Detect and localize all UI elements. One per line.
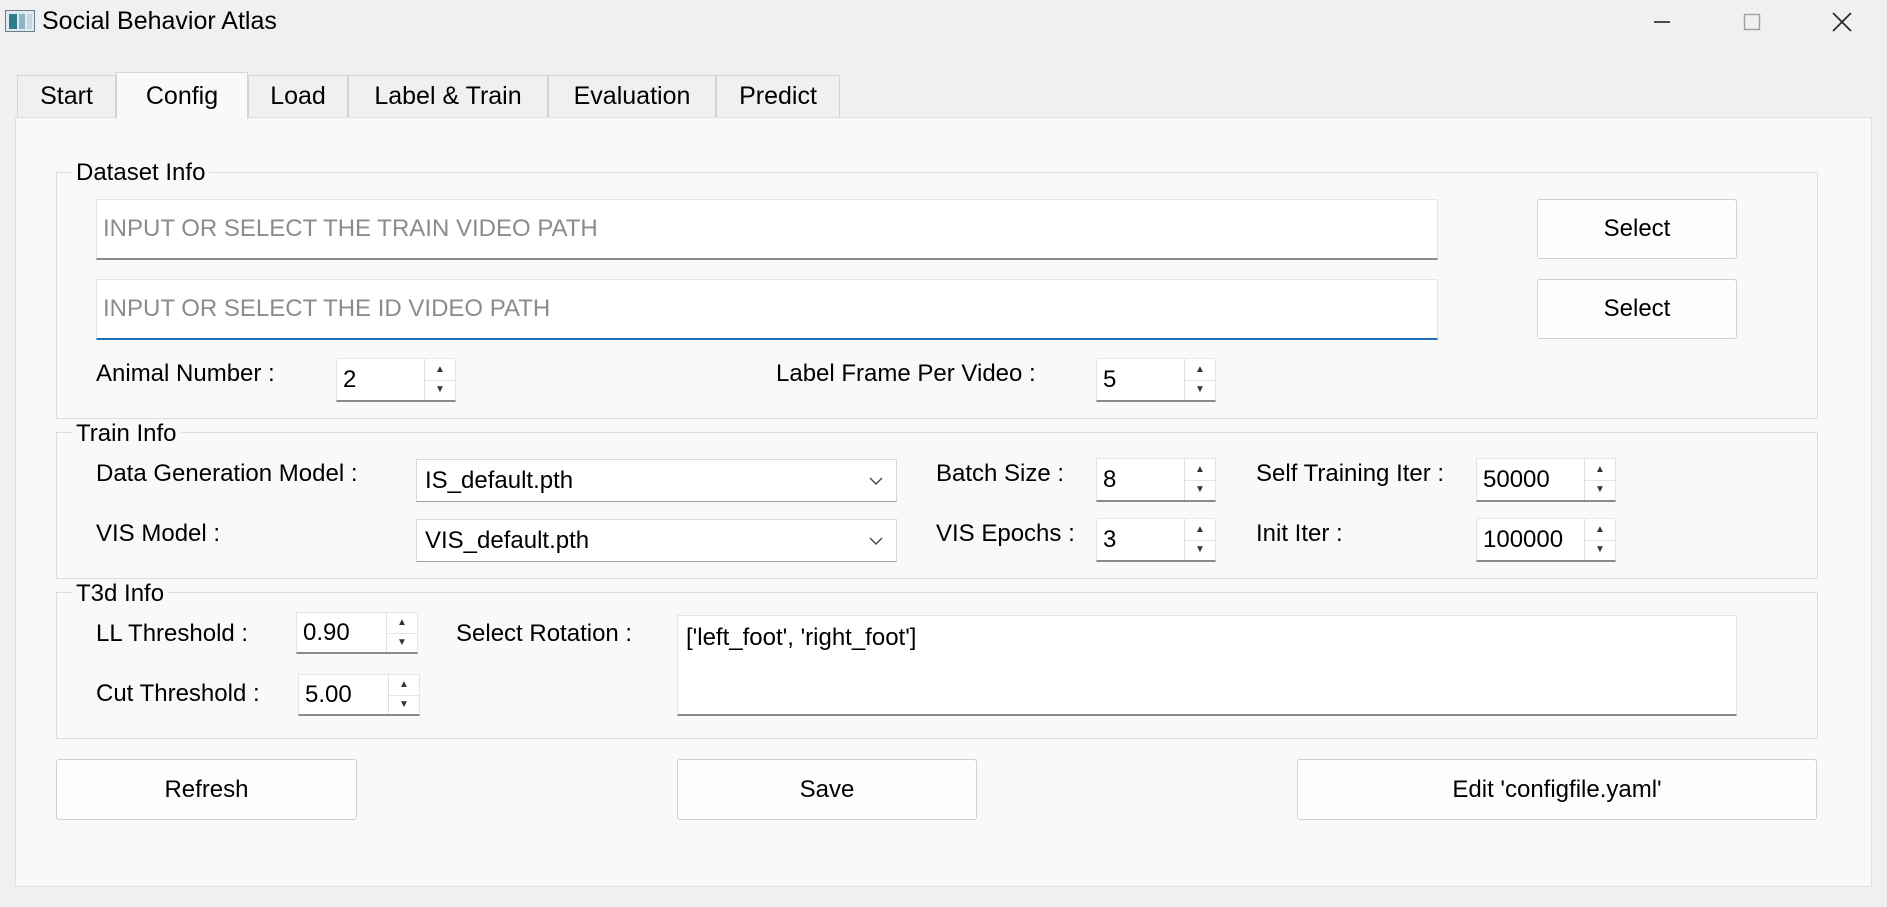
window-title: Social Behavior Atlas	[42, 7, 277, 35]
vis-model-value: VIS_default.pth	[425, 526, 590, 554]
select-train-video-button[interactable]: Select	[1537, 199, 1737, 259]
minimize-icon	[1654, 21, 1670, 23]
arrow-up-icon[interactable]: ▲	[1185, 519, 1215, 541]
chevron-down-icon	[866, 460, 886, 501]
train-video-path-input[interactable]	[96, 199, 1438, 260]
arrow-down-icon[interactable]: ▼	[1185, 540, 1215, 561]
select-rotation-label: Select Rotation :	[456, 620, 633, 647]
cut-threshold-label: Cut Threshold :	[96, 680, 260, 707]
arrow-up-icon[interactable]: ▲	[387, 613, 417, 634]
maximize-icon	[1743, 13, 1761, 31]
vis-model-dropdown[interactable]: VIS_default.pth	[416, 519, 897, 562]
arrow-down-icon[interactable]: ▼	[387, 633, 417, 653]
close-button[interactable]	[1797, 0, 1887, 44]
tab-config[interactable]: Config	[116, 72, 248, 119]
animal-number-spinbox[interactable]: 2 ▲ ▼	[336, 358, 456, 402]
init-iter-spinbox[interactable]: 100000 ▲ ▼	[1476, 518, 1616, 562]
select-id-video-button[interactable]: Select	[1537, 279, 1737, 339]
cut-threshold-value: 5.00	[305, 680, 352, 708]
id-video-path-input[interactable]	[96, 279, 1438, 340]
edit-config-file-button[interactable]: Edit 'configfile.yaml'	[1297, 759, 1817, 820]
save-button[interactable]: Save	[677, 759, 977, 820]
label-frame-per-video-label: Label Frame Per Video :	[776, 360, 1036, 387]
arrow-down-icon[interactable]: ▼	[425, 380, 455, 401]
ll-threshold-spinbox[interactable]: 0.90 ▲ ▼	[296, 612, 418, 654]
init-iter-value: 100000	[1483, 525, 1564, 553]
data-generation-model-dropdown[interactable]: IS_default.pth	[416, 459, 897, 502]
arrow-up-icon[interactable]: ▲	[1185, 359, 1215, 381]
cut-threshold-spinbox[interactable]: 5.00 ▲ ▼	[298, 674, 420, 716]
data-generation-model-label: Data Generation Model :	[96, 460, 358, 487]
label-frame-per-video-spinbox[interactable]: 5 ▲ ▼	[1096, 358, 1216, 402]
minimize-button[interactable]	[1617, 0, 1707, 44]
chevron-down-icon	[866, 520, 886, 561]
vis-epochs-value: 3	[1103, 525, 1117, 553]
animal-number-value: 2	[343, 365, 357, 393]
refresh-button[interactable]: Refresh	[56, 759, 357, 820]
title-bar	[0, 0, 1887, 44]
tab-predict[interactable]: Predict	[716, 75, 840, 117]
batch-size-label: Batch Size :	[936, 460, 1065, 487]
tab-evaluation[interactable]: Evaluation	[548, 75, 716, 117]
self-training-iter-value: 50000	[1483, 465, 1550, 493]
select-rotation-textarea[interactable]: ['left_foot', 'right_foot']	[677, 615, 1737, 716]
arrow-down-icon[interactable]: ▼	[1585, 480, 1615, 501]
data-generation-model-value: IS_default.pth	[425, 466, 574, 494]
self-training-iter-label: Self Training Iter :	[1256, 460, 1445, 487]
train-info-title: Train Info	[72, 421, 181, 447]
ll-threshold-label: LL Threshold :	[96, 620, 249, 647]
init-iter-label: Init Iter :	[1256, 520, 1343, 547]
tab-start[interactable]: Start	[17, 75, 116, 117]
vis-model-label: VIS Model :	[96, 520, 221, 547]
vis-epochs-label: VIS Epochs :	[936, 520, 1075, 547]
arrow-up-icon[interactable]: ▲	[425, 359, 455, 381]
arrow-down-icon[interactable]: ▼	[1185, 480, 1215, 501]
window-bottom-strip	[0, 887, 1887, 907]
arrow-down-icon[interactable]: ▼	[389, 695, 419, 715]
batch-size-spinbox[interactable]: 8 ▲ ▼	[1096, 458, 1216, 502]
app-icon	[5, 10, 35, 32]
vis-epochs-spinbox[interactable]: 3 ▲ ▼	[1096, 518, 1216, 562]
arrow-up-icon[interactable]: ▲	[1585, 519, 1615, 541]
t3d-info-title: T3d Info	[72, 581, 169, 607]
close-icon	[1832, 12, 1852, 32]
self-training-iter-spinbox[interactable]: 50000 ▲ ▼	[1476, 458, 1616, 502]
ll-threshold-value: 0.90	[303, 618, 350, 646]
arrow-up-icon[interactable]: ▲	[1585, 459, 1615, 481]
animal-number-label: Animal Number :	[96, 360, 275, 387]
arrow-up-icon[interactable]: ▲	[389, 675, 419, 696]
arrow-down-icon[interactable]: ▼	[1185, 380, 1215, 401]
dataset-info-title: Dataset Info	[72, 160, 210, 186]
arrow-down-icon[interactable]: ▼	[1585, 540, 1615, 561]
arrow-up-icon[interactable]: ▲	[1185, 459, 1215, 481]
tab-load[interactable]: Load	[248, 75, 348, 117]
batch-size-value: 8	[1103, 465, 1117, 493]
label-frame-per-video-value: 5	[1103, 365, 1117, 393]
tab-label-train[interactable]: Label & Train	[348, 75, 548, 117]
maximize-button[interactable]	[1707, 0, 1797, 44]
